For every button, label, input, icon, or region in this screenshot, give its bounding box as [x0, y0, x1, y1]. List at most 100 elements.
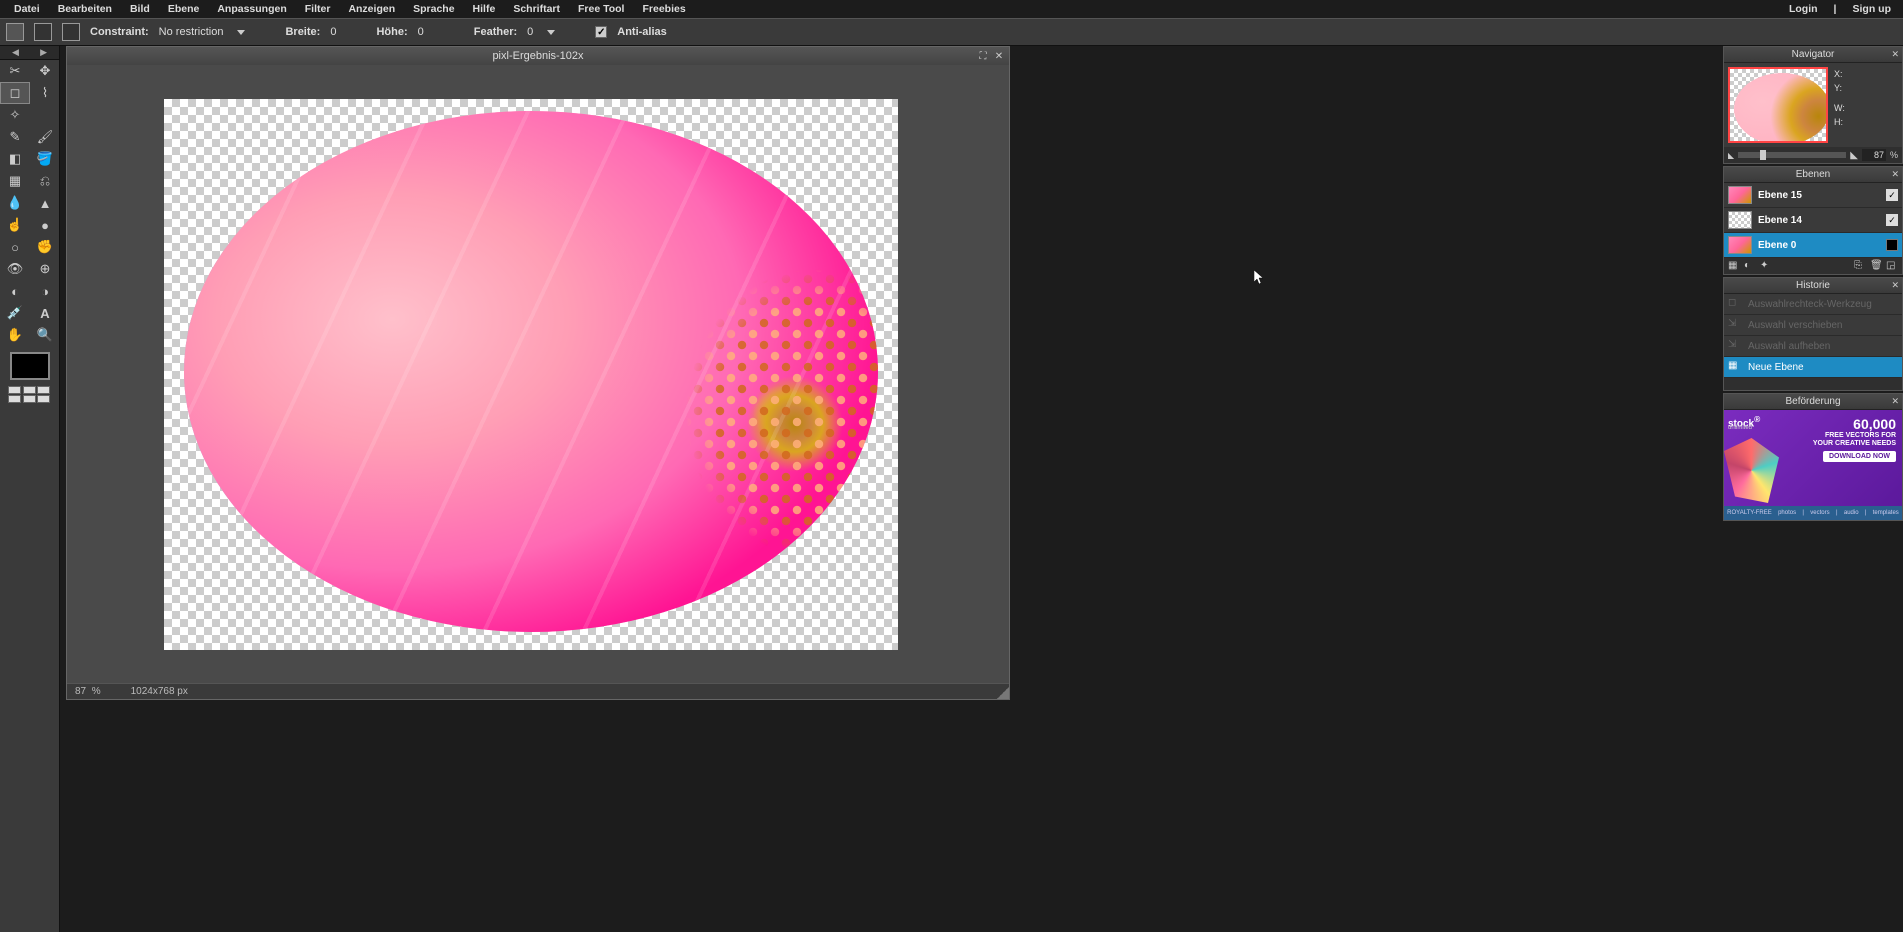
bucket-tool-icon[interactable]: 🪣	[30, 148, 60, 170]
menu-freetool[interactable]: Free Tool	[570, 1, 632, 17]
history-step-icon: ⇲	[1728, 339, 1742, 353]
layers-header[interactable]: Ebenen ✕	[1724, 167, 1902, 183]
blur-tool-icon[interactable]: 💧	[0, 192, 30, 214]
close-icon[interactable]: ✕	[993, 50, 1005, 62]
menu-filter[interactable]: Filter	[297, 1, 339, 17]
history-item[interactable]: ◻ Auswahlrechteck-Werkzeug	[1724, 294, 1902, 315]
scroll-left-icon[interactable]: ◀	[12, 47, 19, 58]
constraint-value[interactable]: No restriction	[159, 26, 224, 38]
layers-close-icon[interactable]: ✕	[1891, 169, 1899, 180]
history-item[interactable]: ▦ Neue Ebene	[1724, 357, 1902, 378]
promo-body[interactable]: stock® unlimited 60,000 FREE VECTORS FOR…	[1724, 410, 1902, 520]
image-content	[184, 111, 878, 632]
navigator-header[interactable]: Navigator ✕	[1724, 47, 1902, 63]
clone-tool-icon[interactable]: ⎌	[30, 170, 60, 192]
menu-datei[interactable]: Datei	[6, 1, 48, 17]
layer-fx-icon[interactable]: ✦	[1760, 260, 1772, 272]
promo-banner[interactable]: stock® unlimited 60,000 FREE VECTORS FOR…	[1724, 410, 1902, 520]
menu-bild[interactable]: Bild	[122, 1, 158, 17]
nav-zoom-value[interactable]: 87	[1862, 149, 1886, 161]
layer-row[interactable]: Ebene 14 ✓	[1724, 208, 1902, 233]
width-value[interactable]: 0	[330, 26, 336, 38]
selection-add-icon[interactable]	[34, 23, 52, 41]
menu-anpassungen[interactable]: Anpassungen	[209, 1, 294, 17]
layer-row[interactable]: Ebene 15 ✓	[1724, 183, 1902, 208]
zoom-tool-icon[interactable]: 🔍	[30, 324, 60, 346]
bloat-tool-icon[interactable]: ◐	[0, 280, 30, 302]
scroll-right-icon[interactable]: ▶	[40, 47, 47, 58]
history-item[interactable]: ⇲ Auswahl aufheben	[1724, 336, 1902, 357]
zoom-slider[interactable]	[1738, 152, 1846, 158]
menu-hilfe[interactable]: Hilfe	[465, 1, 504, 17]
menu-bearbeiten[interactable]: Bearbeiten	[50, 1, 120, 17]
promo-download-button[interactable]: DOWNLOAD NOW	[1823, 451, 1896, 462]
feather-value[interactable]: 0	[527, 26, 533, 38]
move-tool-icon[interactable]: ✥	[30, 60, 60, 82]
zoom-unit: %	[92, 686, 101, 697]
layer-thumbnail	[1728, 186, 1752, 204]
menu-ebene[interactable]: Ebene	[160, 1, 208, 17]
foreground-color-swatch[interactable]	[10, 352, 50, 380]
canvas-transparency-bg	[164, 99, 898, 650]
empty-tool	[30, 104, 60, 126]
navigator-close-icon[interactable]: ✕	[1891, 49, 1899, 60]
sponge-tool-icon[interactable]: ●	[30, 214, 60, 236]
redeye-tool-icon[interactable]: 👁	[0, 258, 30, 280]
layer-visibility-checkbox[interactable]: ✓	[1886, 214, 1898, 226]
crop-tool-icon[interactable]: ✂	[0, 60, 30, 82]
history-title: Historie	[1796, 280, 1830, 291]
burn-tool-icon[interactable]: ✊	[30, 236, 60, 258]
pencil-tool-icon[interactable]: ✎	[0, 126, 30, 148]
layer-visibility-checkbox[interactable]: ✓	[1886, 189, 1898, 201]
pinch-tool-icon[interactable]: ◑	[30, 280, 60, 302]
layer-corner-icon[interactable]: ◲	[1886, 260, 1898, 272]
dodge-tool-icon[interactable]: ○	[0, 236, 30, 258]
selection-subtract-icon[interactable]	[62, 23, 80, 41]
resize-handle-icon[interactable]	[997, 687, 1009, 699]
spot-tool-icon[interactable]: ⊕	[30, 258, 60, 280]
gradient-tool-icon[interactable]: ▦	[0, 170, 30, 192]
promo-close-icon[interactable]: ✕	[1891, 396, 1899, 407]
layer-lock-icon[interactable]	[1886, 239, 1898, 251]
zoom-value[interactable]: 87	[75, 686, 86, 697]
feather-dropdown-icon[interactable]	[547, 30, 555, 35]
document-window: pixl-Ergebnis-102x ⛶ ✕ 87 % 1024x768 p	[66, 46, 1010, 700]
canvas-area[interactable]	[67, 65, 995, 681]
picker-tool-icon[interactable]: 💉	[0, 302, 30, 324]
smudge-tool-icon[interactable]: ☝	[0, 214, 30, 236]
signup-link[interactable]: Sign up	[1847, 1, 1898, 17]
wand-tool-icon[interactable]: ✧	[0, 104, 30, 126]
navigator-thumbnail[interactable]	[1728, 67, 1828, 143]
selection-new-icon[interactable]	[6, 23, 24, 41]
eraser-tool-icon[interactable]: ◧	[0, 148, 30, 170]
text-tool-icon[interactable]: A	[30, 302, 60, 324]
login-link[interactable]: Login	[1783, 1, 1824, 17]
new-layer-icon[interactable]: ▦	[1728, 260, 1740, 272]
layer-name: Ebene 0	[1758, 240, 1880, 251]
menu-sprache[interactable]: Sprache	[405, 1, 462, 17]
duplicate-layer-icon[interactable]: ⎘	[1854, 260, 1866, 272]
layer-mask-icon[interactable]: ◐	[1744, 260, 1756, 272]
menu-freebies[interactable]: Freebies	[634, 1, 693, 17]
history-item[interactable]: ⇲ Auswahl verschieben	[1724, 315, 1902, 336]
hand-tool-icon[interactable]: ✋	[0, 324, 30, 346]
antialias-checkbox[interactable]: ✓	[595, 26, 607, 38]
promo-header[interactable]: Beförderung ✕	[1724, 394, 1902, 410]
zoom-out-icon[interactable]: ◣	[1728, 151, 1734, 160]
document-titlebar[interactable]: pixl-Ergebnis-102x ⛶ ✕	[67, 47, 1009, 65]
history-header[interactable]: Historie ✕	[1724, 278, 1902, 294]
constraint-dropdown-icon[interactable]	[237, 30, 245, 35]
lasso-tool-icon[interactable]: ⌇	[30, 82, 60, 104]
zoom-in-icon[interactable]: ◣	[1850, 150, 1858, 161]
menu-anzeigen[interactable]: Anzeigen	[340, 1, 403, 17]
layer-row[interactable]: Ebene 0	[1724, 233, 1902, 258]
delete-layer-icon[interactable]: 🗑	[1870, 260, 1882, 272]
history-close-icon[interactable]: ✕	[1891, 280, 1899, 291]
menu-schriftart[interactable]: Schriftart	[505, 1, 568, 17]
brush-tool-icon[interactable]: 🖌	[30, 126, 60, 148]
marquee-tool-icon[interactable]: ◻	[0, 82, 30, 104]
height-value[interactable]: 0	[418, 26, 424, 38]
maximize-icon[interactable]: ⛶	[977, 50, 989, 62]
sharpen-tool-icon[interactable]: ▲	[30, 192, 60, 214]
color-palette-grid[interactable]	[8, 386, 51, 403]
